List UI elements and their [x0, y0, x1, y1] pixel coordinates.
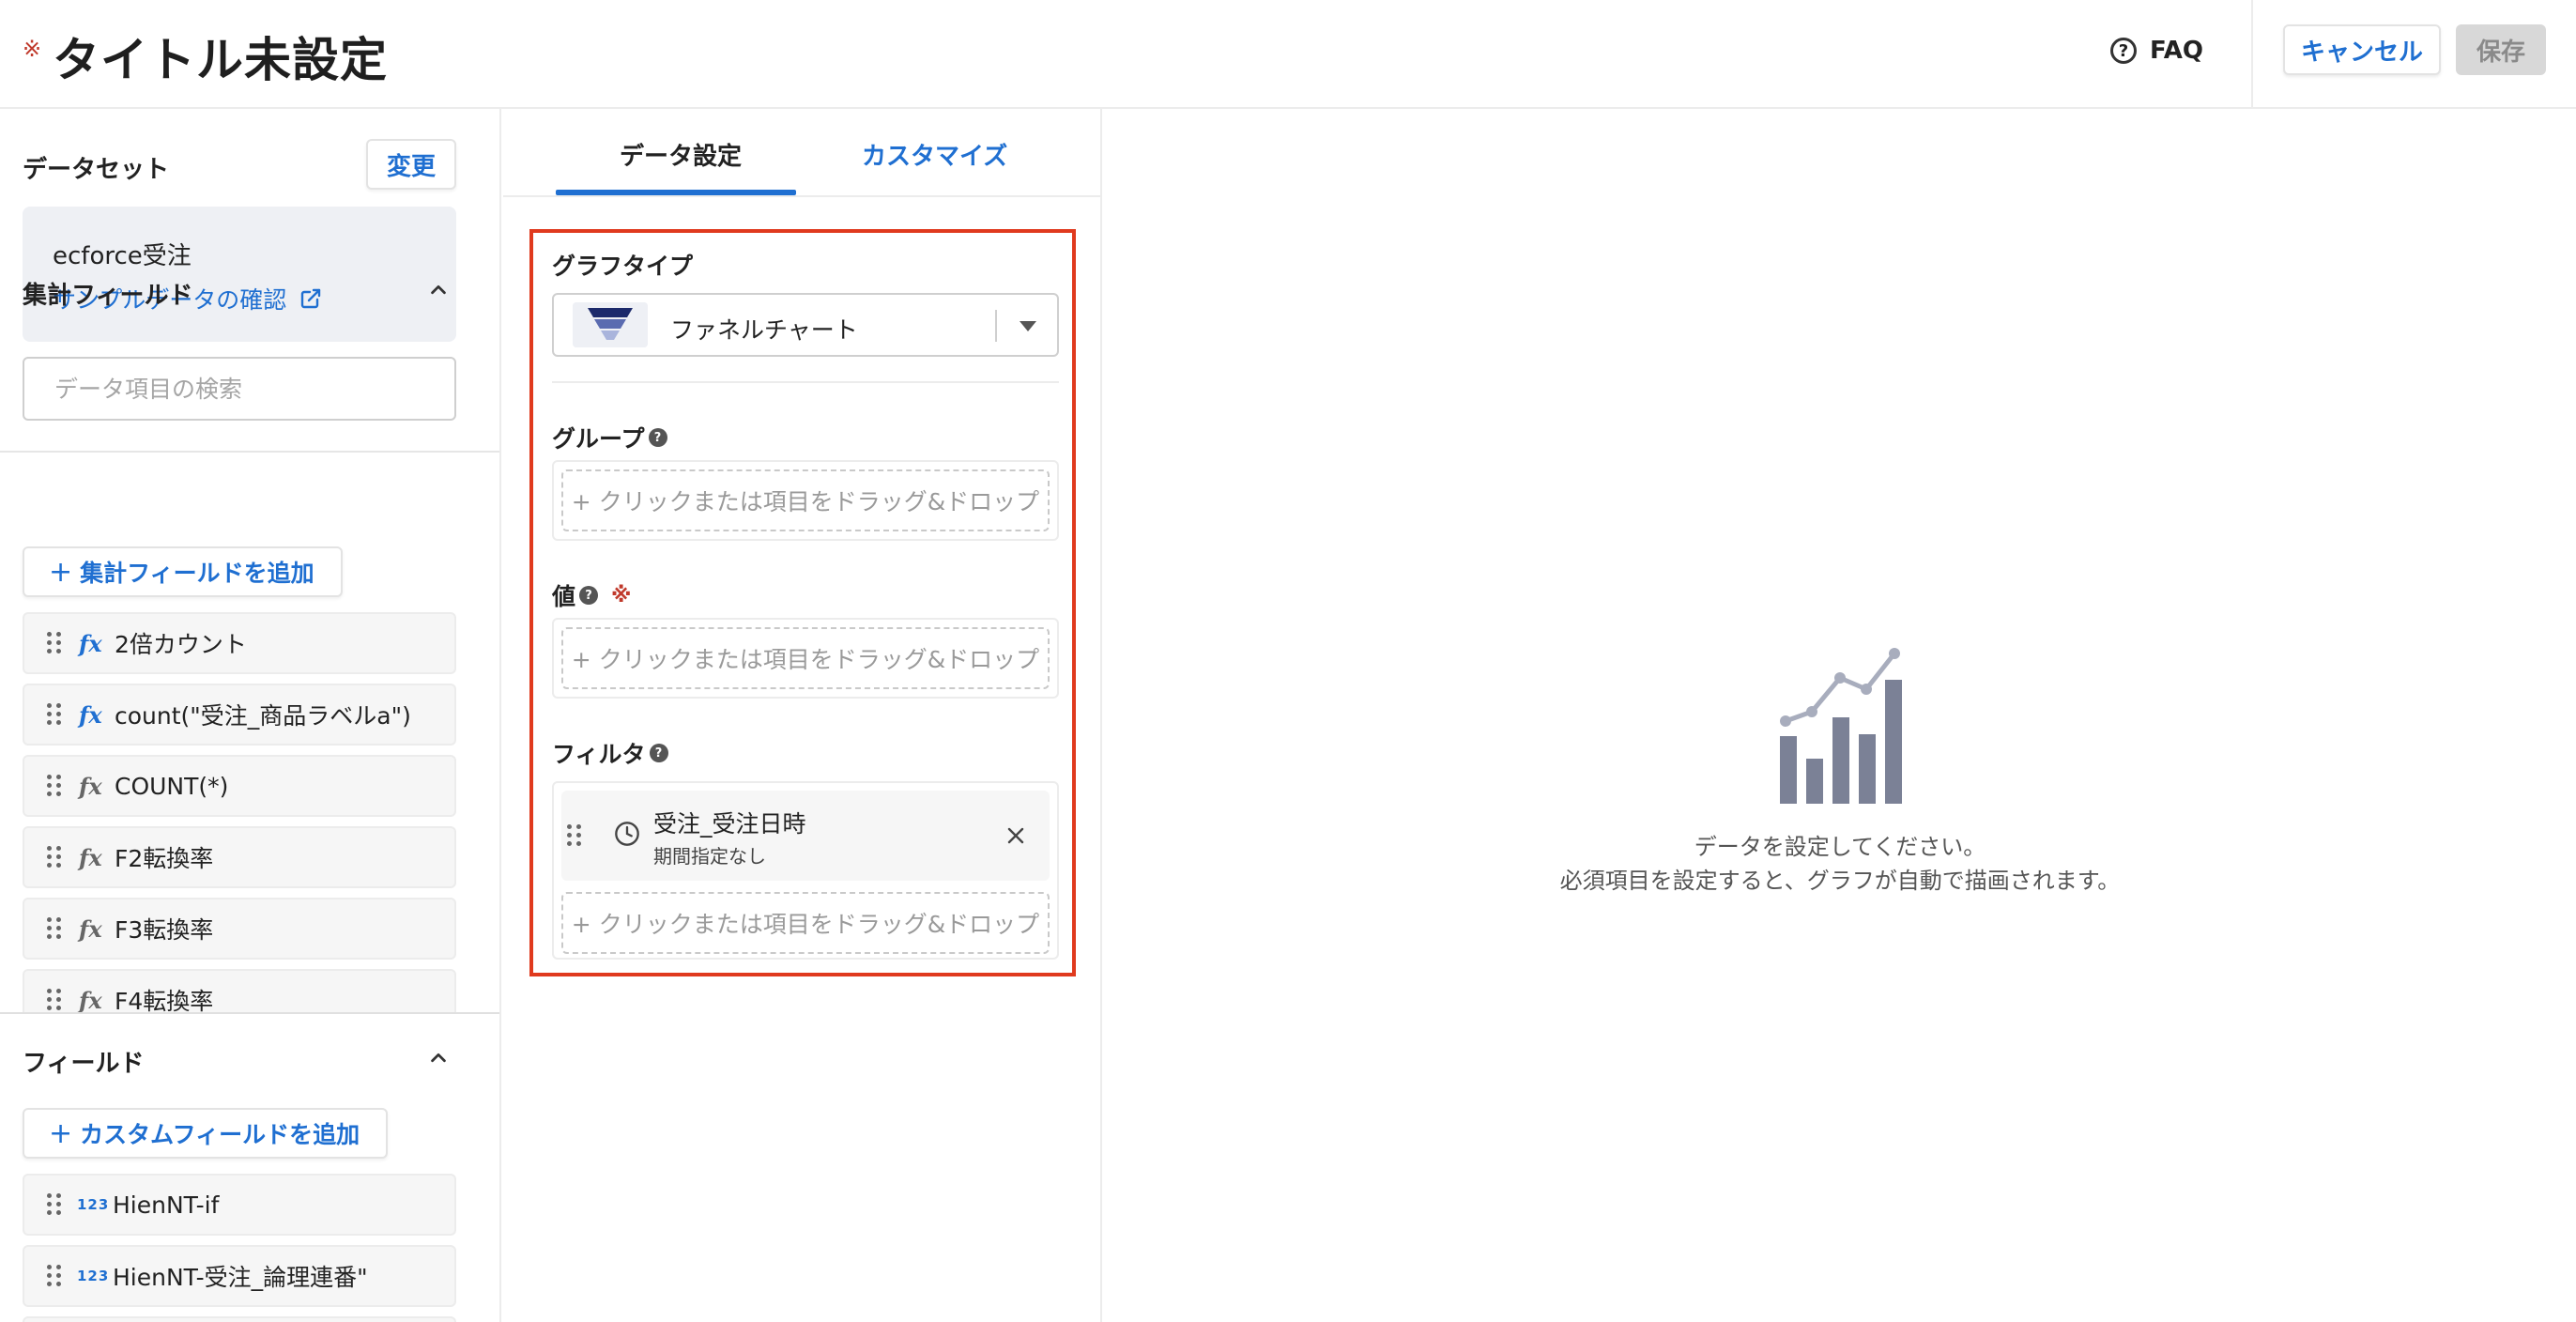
aggregate-field-label: count("受注_商品ラベルa"): [115, 702, 411, 730]
group-label: グループ: [552, 425, 645, 453]
fx-icon: fx: [79, 843, 102, 871]
section-divider: [0, 1012, 499, 1014]
plus-icon: +: [49, 555, 73, 589]
group-drop-area: + クリックまたは項目をドラッグ&ドロップ: [552, 460, 1059, 541]
required-mark: ※: [611, 583, 632, 607]
empty-state-message: データを設定してください。: [1694, 834, 1986, 860]
caret-down-icon[interactable]: [1020, 321, 1036, 331]
funnel-chart-icon: [573, 302, 648, 347]
fx-icon: fx: [79, 986, 102, 1014]
graph-type-select[interactable]: ファネルチャート: [552, 293, 1059, 357]
drag-handle-icon[interactable]: [47, 917, 62, 940]
add-aggregate-field-label: 集計フィールドを追加: [80, 560, 314, 587]
aggregate-field-label: COUNT(*): [115, 772, 229, 800]
drag-handle-icon[interactable]: [47, 775, 62, 797]
number-type-icon: 123: [77, 1268, 110, 1284]
field-item[interactable]: 123 HienNT-受注_論理連番": [23, 1245, 456, 1307]
group-drop-zone[interactable]: + クリックまたは項目をドラッグ&ドロップ: [561, 469, 1050, 531]
chevron-up-icon[interactable]: [428, 1048, 449, 1068]
drag-handle-icon[interactable]: [567, 824, 582, 847]
fx-icon: fx: [79, 915, 102, 943]
drag-handle-icon[interactable]: [47, 846, 62, 869]
left-panel: データセット 変更 ecforce受注 サンプルデータの確認 集計フィールド +…: [0, 109, 501, 1322]
dataset-name: ecforce受注: [53, 242, 192, 270]
filter-item-condition: 期間指定なし: [653, 845, 766, 868]
graph-type-value: ファネルチャート: [670, 316, 858, 344]
save-button[interactable]: 保存: [2456, 24, 2546, 75]
fields-title: フィールド: [23, 1050, 145, 1078]
filter-label-wrap: フィルタ ?: [552, 736, 668, 770]
aggregate-fields-title: 集計フィールド: [23, 282, 193, 310]
dataset-card: ecforce受注 サンプルデータの確認: [23, 207, 456, 342]
header: ※ タイトル未設定 ? FAQ キャンセル 保存: [0, 0, 2576, 109]
clock-icon: [615, 822, 639, 846]
filter-label: フィルタ: [552, 741, 646, 768]
drag-handle-icon[interactable]: [47, 632, 62, 654]
field-item[interactable]: 123 HienNT-if: [23, 1174, 456, 1236]
required-mark: ※: [23, 36, 42, 62]
dataset-label: データセット: [23, 156, 170, 184]
aggregate-field-label: F2転換率: [115, 845, 214, 872]
cancel-button[interactable]: キャンセル: [2283, 24, 2441, 75]
aggregate-field-item[interactable]: fx COUNT(*): [23, 755, 456, 817]
help-icon[interactable]: ?: [649, 744, 668, 762]
tab-customize[interactable]: カスタマイズ: [862, 137, 1007, 172]
settings-panel: データ設定 カスタマイズ グラフタイプ ファネルチャート グループ ? + クリ…: [503, 109, 1102, 1322]
select-divider: [995, 310, 997, 342]
add-custom-field-label: カスタムフィールドを追加: [80, 1121, 360, 1148]
fields-section: フィールド + カスタムフィールドを追加 123 HienNT-if 123 H…: [0, 1014, 499, 1322]
drag-handle-icon[interactable]: [47, 989, 62, 1011]
help-icon[interactable]: ?: [579, 586, 599, 605]
help-icon[interactable]: ?: [648, 428, 667, 447]
aggregate-field-item[interactable]: fx count("受注_商品ラベルa"): [23, 684, 456, 746]
filter-item-name: 受注_受注日時: [653, 810, 806, 838]
faq-link[interactable]: ? FAQ: [2110, 32, 2203, 69]
field-label: HienNT-if: [113, 1191, 220, 1219]
aggregate-field-label: F3転換率: [115, 916, 214, 944]
tab-divider: [503, 195, 1102, 197]
empty-state-hint: 必須項目を設定すると、グラフが自動で描画されます。: [1559, 868, 2121, 894]
filter-item[interactable]: 受注_受注日時 期間指定なし: [561, 791, 1050, 881]
chevron-up-icon[interactable]: [428, 280, 449, 300]
group-label-wrap: グループ ?: [552, 421, 667, 454]
section-divider: [0, 451, 499, 453]
chart-preview-panel: データを設定してください。 必須項目を設定すると、グラフが自動で描画されます。: [1104, 109, 2576, 1322]
filter-drop-zone[interactable]: + クリックまたは項目をドラッグ&ドロップ: [561, 892, 1050, 954]
aggregate-field-label: 2倍カウント: [115, 631, 247, 658]
chart-placeholder-icon: [1780, 648, 1902, 804]
help-circle-icon: ?: [2110, 38, 2137, 64]
add-custom-field-button[interactable]: + カスタムフィールドを追加: [23, 1108, 389, 1159]
plus-icon: +: [49, 1116, 73, 1150]
header-divider: [2251, 0, 2253, 109]
value-drop-zone[interactable]: + クリックまたは項目をドラッグ&ドロップ: [561, 627, 1050, 689]
field-label: HienNT-受注_論理連番": [113, 1264, 368, 1291]
number-type-icon: 123: [77, 1196, 110, 1213]
form-divider: [552, 381, 1059, 383]
data-settings-highlight: グラフタイプ ファネルチャート グループ ? + クリックまたは項目をドラッグ&…: [529, 229, 1076, 976]
fx-icon: fx: [79, 772, 102, 800]
drag-handle-icon[interactable]: [47, 1265, 62, 1287]
drag-handle-icon[interactable]: [47, 1193, 62, 1216]
aggregate-field-item[interactable]: fx 2倍カウント: [23, 612, 456, 674]
page-title[interactable]: タイトル未設定: [53, 23, 388, 90]
change-dataset-button[interactable]: 変更: [366, 139, 456, 190]
graph-type-label: グラフタイプ: [552, 253, 694, 280]
aggregate-field-item[interactable]: fx F3転換率: [23, 898, 456, 960]
filter-drop-area: 受注_受注日時 期間指定なし + クリックまたは項目をドラッグ&ドロップ: [552, 781, 1059, 960]
faq-label: FAQ: [2150, 37, 2204, 65]
value-drop-area: + クリックまたは項目をドラッグ&ドロップ: [552, 618, 1059, 699]
close-icon[interactable]: [1004, 824, 1027, 847]
value-label-wrap: 値 ? ※: [552, 578, 631, 612]
aggregate-field-item[interactable]: fx F2転換率: [23, 826, 456, 888]
drag-handle-icon[interactable]: [47, 703, 62, 726]
data-item-search-input[interactable]: [23, 357, 456, 421]
add-aggregate-field-button[interactable]: + 集計フィールドを追加: [23, 546, 343, 597]
fx-icon: fx: [79, 700, 102, 729]
fx-icon: fx: [79, 629, 102, 657]
value-label: 値: [552, 583, 576, 610]
external-link-icon: [301, 288, 321, 309]
field-item[interactable]: [23, 1316, 456, 1322]
tab-data-settings[interactable]: データ設定: [620, 137, 742, 172]
